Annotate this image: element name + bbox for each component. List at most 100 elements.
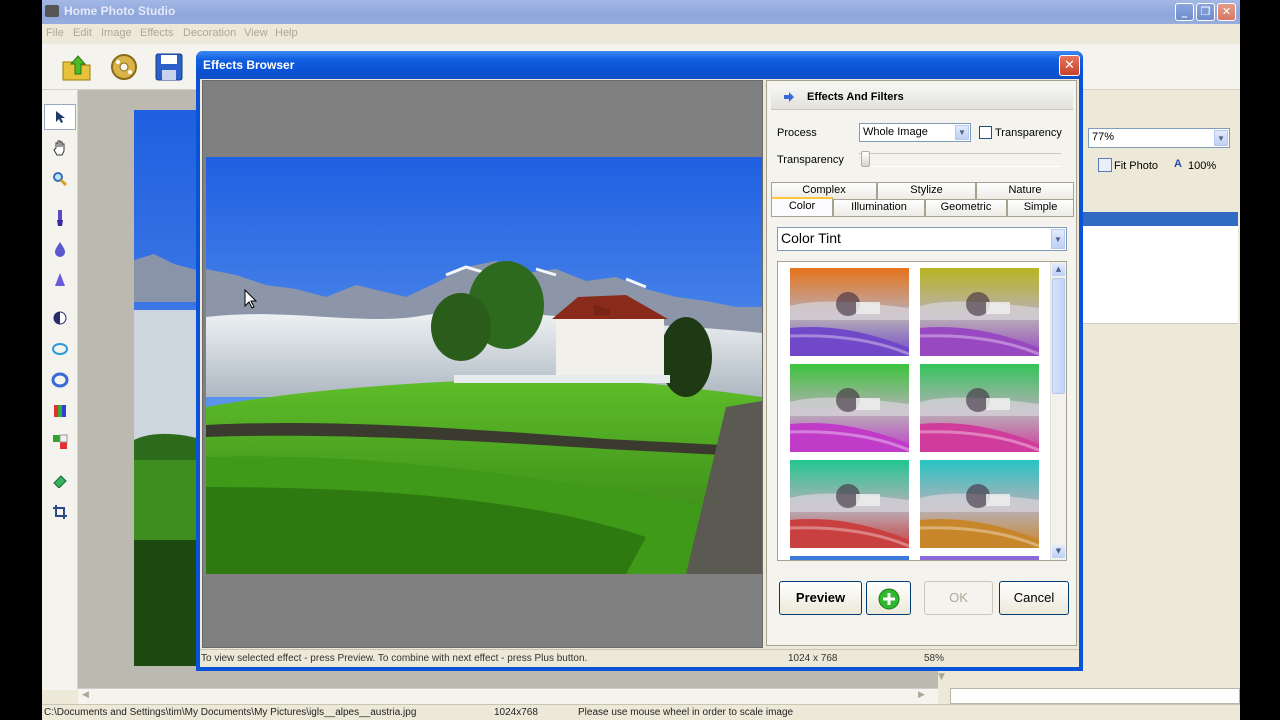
ok-button[interactable]: OK <box>924 581 993 615</box>
eraser-icon[interactable] <box>50 471 70 491</box>
effect-thumbnail-cyan-orange-tint[interactable] <box>920 460 1039 548</box>
lasso-ellipse-icon[interactable] <box>50 339 70 359</box>
transparency-checkbox[interactable] <box>979 126 992 139</box>
process-select[interactable]: Whole Image ▼ <box>859 123 971 142</box>
effects-panel: Effects And Filters Process Whole Image … <box>766 80 1077 646</box>
transparency-slider-track[interactable] <box>859 153 1061 167</box>
menu-bar: File Edit Image Effects Decoration View … <box>42 24 1240 44</box>
effect-thumbnail-green-magenta-tint[interactable] <box>790 364 909 452</box>
add-effect-button[interactable] <box>866 581 911 615</box>
minimize-button[interactable]: _ <box>1175 3 1194 21</box>
tab-divider <box>771 216 1074 217</box>
scroll-down-icon[interactable]: ▼ <box>1052 545 1065 558</box>
menu-decoration[interactable]: Decoration <box>183 27 236 39</box>
tab-geometric[interactable]: Geometric <box>925 199 1007 216</box>
plus-icon <box>878 588 899 610</box>
zoom-select[interactable]: 77% ▼ <box>1088 128 1230 148</box>
dialog-close-button[interactable]: ✕ <box>1059 55 1080 76</box>
brush-icon[interactable] <box>50 208 70 228</box>
dialog-status-dimensions: 1024 x 768 <box>788 653 838 664</box>
chevron-down-icon[interactable]: ▼ <box>1051 229 1065 249</box>
dialog-body: Effects And Filters Process Whole Image … <box>200 79 1079 667</box>
layer-list[interactable] <box>1082 226 1238 324</box>
pointer-icon[interactable] <box>44 104 76 130</box>
effect-thumbnail-partial[interactable] <box>920 556 1039 560</box>
process-value: Whole Image <box>863 126 928 138</box>
effect-thumbnail-partial[interactable] <box>790 556 909 560</box>
close-app-button[interactable]: ✕ <box>1217 3 1236 21</box>
tab-stylize[interactable]: Stylize <box>877 182 976 199</box>
tab-color[interactable]: Color <box>771 197 833 216</box>
status-hint: Please use mouse wheel in order to scale… <box>578 707 794 718</box>
scroll-left-icon[interactable]: ◀ <box>82 690 89 700</box>
hand-icon[interactable] <box>50 138 70 158</box>
cancel-button[interactable]: Cancel <box>999 581 1069 615</box>
ring-icon[interactable] <box>50 370 70 390</box>
preview-photo <box>206 157 762 574</box>
file-path: C:\Documents and Settings\tim\My Documen… <box>44 707 417 718</box>
panel-title: Effects And Filters <box>807 91 904 103</box>
dialog-title: Effects Browser <box>203 58 295 72</box>
selected-layer-row[interactable] <box>1082 212 1238 226</box>
save-disk-icon[interactable] <box>152 50 186 84</box>
secondary-scroll-field[interactable] <box>950 688 1240 704</box>
tab-illumination[interactable]: Illumination <box>833 199 925 216</box>
thumbnails-scrollbar[interactable]: ▲ ▼ <box>1050 262 1066 560</box>
dialog-status-hint: To view selected effect - press Preview.… <box>201 653 588 664</box>
menu-view[interactable]: View <box>244 27 268 39</box>
effect-select-value: Color Tint <box>781 230 841 246</box>
menu-file[interactable]: File <box>46 27 64 39</box>
restore-button[interactable]: ❐ <box>1196 3 1215 21</box>
image-dimensions: 1024x768 <box>494 707 538 718</box>
browse-disc-icon[interactable] <box>107 50 141 84</box>
cone-icon[interactable] <box>50 270 70 290</box>
preview-button[interactable]: Preview <box>779 581 862 615</box>
color-blocks-icon[interactable] <box>50 432 70 452</box>
hundred-percent-link[interactable]: 100% <box>1188 160 1216 172</box>
transparency-checkbox-label: Transparency <box>995 127 1062 139</box>
chevron-down-icon[interactable]: ▼ <box>1214 130 1228 146</box>
scale-icon: A <box>1174 158 1182 170</box>
effect-thumbnails: ▲ ▼ <box>777 261 1067 561</box>
scroll-up-icon[interactable]: ▲ <box>1052 263 1065 276</box>
menu-help[interactable]: Help <box>275 27 298 39</box>
status-bar: C:\Documents and Settings\tim\My Documen… <box>42 704 1240 720</box>
scroll-right-icon[interactable]: ▶ <box>918 690 925 700</box>
effect-thumbnail-teal-red-tint[interactable] <box>790 460 909 548</box>
camera-app-icon <box>45 5 59 17</box>
zoom-icon[interactable] <box>50 169 70 189</box>
open-folder-icon[interactable] <box>60 50 94 84</box>
effect-thumbnail-yellow-purple-tint[interactable] <box>920 268 1039 356</box>
dialog-title-bar[interactable]: Effects Browser <box>196 51 1083 79</box>
drop-icon[interactable] <box>50 239 70 259</box>
transparency-slider-thumb[interactable] <box>861 151 870 167</box>
app-title: Home Photo Studio <box>64 4 176 18</box>
crop-icon[interactable] <box>50 502 70 522</box>
right-panel: 77% ▼ Fit Photo A 100% <box>1082 90 1240 690</box>
fit-photo-link[interactable]: Fit Photo <box>1114 160 1158 172</box>
contrast-icon[interactable] <box>50 308 70 328</box>
horizontal-scrollbar[interactable]: ◀ ▶ <box>78 688 938 704</box>
chevron-down-icon[interactable]: ▼ <box>955 125 969 140</box>
tool-palette <box>42 90 78 690</box>
background-photo <box>134 110 204 666</box>
transparency-slider-label: Transparency <box>777 154 844 166</box>
scroll-thumb[interactable] <box>1052 278 1065 394</box>
process-label: Process <box>777 127 817 139</box>
scroll-down-icon[interactable]: ▼ <box>938 672 950 686</box>
effect-thumbnail-green-pink-tint[interactable] <box>920 364 1039 452</box>
menu-edit[interactable]: Edit <box>73 27 92 39</box>
menu-effects[interactable]: Effects <box>140 27 173 39</box>
panel-header: Effects And Filters <box>771 84 1073 110</box>
main-title-bar[interactable]: Home Photo Studio _ ❐ ✕ <box>42 0 1240 24</box>
preview-area[interactable] <box>202 80 763 648</box>
effect-select[interactable]: Color Tint ▼ <box>777 227 1067 251</box>
mouse-cursor-icon <box>244 289 258 309</box>
tab-nature[interactable]: Nature <box>976 182 1074 199</box>
tab-simple[interactable]: Simple <box>1007 199 1074 216</box>
menu-image[interactable]: Image <box>101 27 132 39</box>
effect-thumbnail-orange-violet-tint[interactable] <box>790 268 909 356</box>
fit-photo-icon <box>1098 158 1112 172</box>
zoom-value: 77% <box>1092 131 1115 143</box>
color-bars-icon[interactable] <box>50 401 70 421</box>
